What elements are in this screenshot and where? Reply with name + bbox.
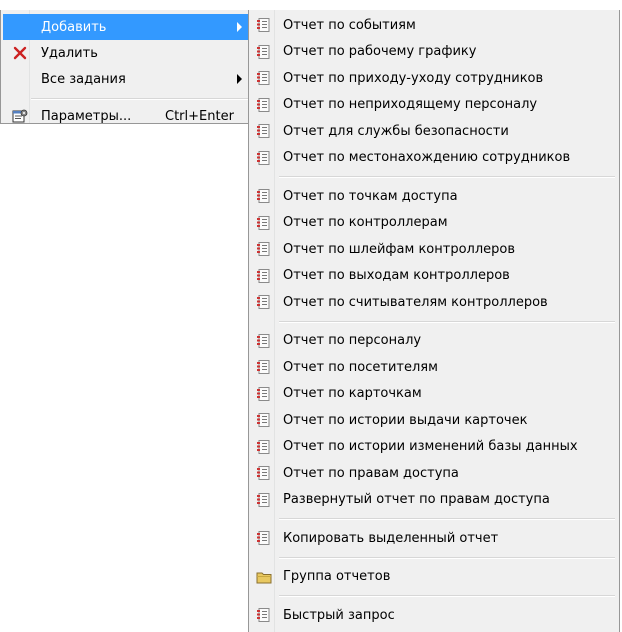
submenu-item[interactable]: Группа отчетов bbox=[251, 564, 617, 590]
submenu-item-label: Отчет по карточкам bbox=[283, 386, 422, 401]
menu-item-label: Добавить bbox=[41, 19, 107, 35]
submenu-item[interactable]: Копировать выделенный отчет bbox=[251, 525, 617, 551]
submenu-item-label: Отчет по событиям bbox=[283, 17, 416, 33]
menu-item-shortcut: Ctrl+Enter bbox=[165, 108, 234, 124]
submenu-item-label: Отчет по истории выдачи карточек bbox=[283, 412, 528, 428]
submenu-item-label: Отчет по посетителям bbox=[283, 359, 438, 375]
menu-item-delete[interactable]: Удалить bbox=[3, 40, 248, 66]
submenu-separator bbox=[279, 595, 615, 597]
submenu-item[interactable]: Отчет по контроллерам bbox=[251, 210, 617, 236]
submenu-separator bbox=[279, 176, 615, 178]
report-icon bbox=[256, 17, 272, 33]
submenu-item-label: Развернутый отчет по правам доступа bbox=[283, 492, 550, 507]
report-icon bbox=[256, 412, 272, 428]
submenu-item[interactable]: Отчет по карточкам bbox=[251, 381, 617, 407]
report-icon bbox=[256, 188, 272, 204]
report-icon bbox=[256, 439, 272, 455]
menu-item-label: Удалить bbox=[41, 45, 98, 61]
report-icon bbox=[256, 123, 272, 139]
report-icon bbox=[256, 241, 272, 257]
report-icon bbox=[256, 150, 272, 166]
report-icon bbox=[256, 607, 272, 623]
menu-item-label: Все задания bbox=[41, 71, 126, 87]
submenu-item[interactable]: Отчет по местонахождению сотрудников bbox=[251, 145, 617, 171]
submenu-item[interactable]: Отчет по считывателям контроллеров bbox=[251, 289, 617, 315]
report-icon bbox=[256, 97, 272, 113]
submenu-item[interactable]: Отчет по рабочему графику bbox=[251, 39, 617, 65]
submenu-item[interactable]: Отчет по персоналу bbox=[251, 328, 617, 354]
submenu-item-label: Отчет по истории изменений базы данных bbox=[283, 439, 578, 454]
submenu-item[interactable]: Развернутый отчет по правам доступа bbox=[251, 487, 617, 513]
submenu-item[interactable]: Отчет по событиям bbox=[251, 12, 617, 38]
submenu-item[interactable]: Отчет по точкам доступа bbox=[251, 183, 617, 209]
submenu-item-label: Копировать выделенный отчет bbox=[283, 530, 499, 546]
submenu-separator bbox=[279, 518, 615, 520]
submenu-item[interactable]: Отчет по приходу-уходу сотрудников bbox=[251, 65, 617, 91]
add-submenu: Отчет по событиям Отчет по рабочему графи… bbox=[248, 10, 620, 632]
submenu-item-label: Отчет по рабочему графику bbox=[283, 44, 477, 59]
submenu-separator bbox=[279, 320, 615, 323]
report-icon bbox=[256, 268, 272, 284]
properties-icon bbox=[12, 108, 28, 124]
report-icon bbox=[256, 359, 272, 375]
menu-separator bbox=[31, 98, 248, 100]
menu-item-label: Параметры... bbox=[41, 108, 132, 124]
submenu-arrow-icon bbox=[237, 22, 242, 32]
submenu-item-label: Отчет по считывателям контроллеров bbox=[283, 294, 548, 310]
submenu-item-label: Отчет по неприходящему персоналу bbox=[283, 97, 538, 112]
report-icon bbox=[256, 465, 272, 481]
submenu-item-label: Отчет по точкам доступа bbox=[283, 188, 458, 204]
submenu-item[interactable]: Отчет по истории выдачи карточек bbox=[251, 407, 617, 433]
submenu-separator bbox=[279, 556, 615, 559]
submenu-item[interactable]: Отчет для службы безопасности bbox=[251, 118, 617, 144]
submenu-item-label: Отчет для службы безопасности bbox=[283, 123, 509, 139]
submenu-item-label: Отчет по персоналу bbox=[283, 333, 422, 348]
submenu-item[interactable]: Отчет по выходам контроллеров bbox=[251, 263, 617, 289]
submenu-item-label: Отчет по правам доступа bbox=[283, 465, 459, 481]
report-icon bbox=[256, 70, 272, 86]
submenu-item-label: Группа отчетов bbox=[283, 569, 391, 584]
report-icon bbox=[256, 333, 272, 349]
menu-item-parameters[interactable]: Параметры... Ctrl+Enter bbox=[3, 104, 248, 128]
context-menu: Добавить Удалить Все задания Параметры..… bbox=[0, 10, 248, 124]
submenu-item-label: Отчет по контроллерам bbox=[283, 215, 448, 230]
report-icon bbox=[256, 530, 272, 546]
submenu-item-label: Быстрый запрос bbox=[283, 607, 395, 623]
report-icon bbox=[256, 44, 272, 60]
menu-item-add[interactable]: Добавить bbox=[3, 14, 248, 40]
submenu-item[interactable]: Отчет по истории изменений базы данных bbox=[251, 434, 617, 460]
report-icon bbox=[256, 386, 272, 402]
submenu-arrow-icon bbox=[237, 74, 242, 84]
folder-icon bbox=[256, 569, 272, 585]
submenu-item-label: Отчет по выходам контроллеров bbox=[283, 268, 510, 283]
submenu-item[interactable]: Отчет по неприходящему персоналу bbox=[251, 92, 617, 118]
report-icon bbox=[256, 215, 272, 231]
submenu-item-label: Отчет по местонахождению сотрудников bbox=[283, 150, 571, 165]
delete-x-icon bbox=[12, 45, 28, 61]
submenu-item[interactable]: Отчет по шлейфам контроллеров bbox=[251, 236, 617, 262]
report-icon bbox=[256, 294, 272, 310]
submenu-item[interactable]: Отчет по правам доступа bbox=[251, 460, 617, 486]
report-icon bbox=[256, 492, 272, 508]
submenu-item-label: Отчет по шлейфам контроллеров bbox=[283, 241, 516, 257]
submenu-item-label: Отчет по приходу-уходу сотрудников bbox=[283, 70, 544, 86]
submenu-item[interactable]: Быстрый запрос bbox=[251, 602, 617, 628]
submenu-item[interactable]: Отчет по посетителям bbox=[251, 354, 617, 380]
menu-item-all-tasks[interactable]: Все задания bbox=[3, 66, 248, 92]
